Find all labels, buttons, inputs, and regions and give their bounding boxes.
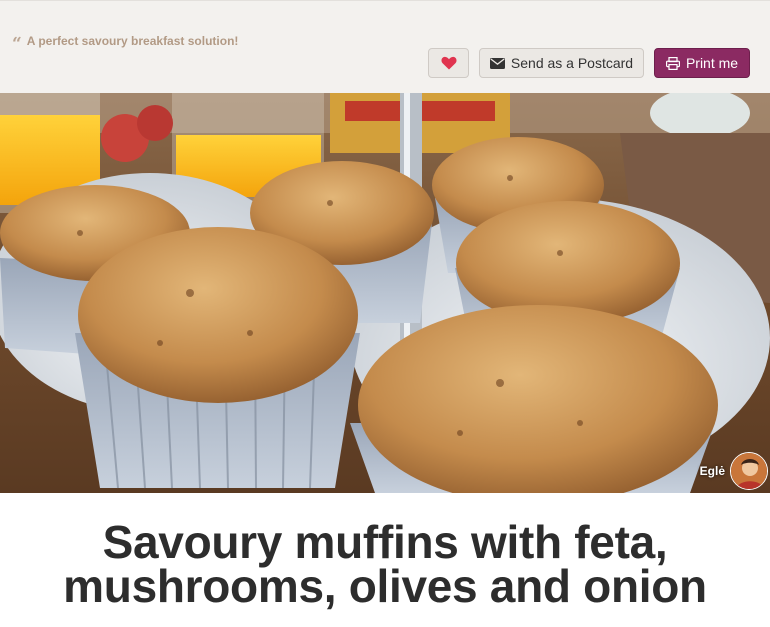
author-name: Eglė: [699, 464, 725, 478]
heart-icon: [440, 56, 457, 70]
envelope-icon: [489, 57, 505, 69]
avatar: [730, 452, 768, 490]
recipe-quote: “ A perfect savoury breakfast solution!: [12, 34, 239, 54]
printer-icon: [665, 56, 680, 70]
quote-left-icon: “: [12, 34, 22, 54]
photo-author[interactable]: Eglė: [700, 452, 768, 490]
recipe-photo: Eglė: [0, 93, 770, 493]
send-postcard-button[interactable]: Send as a Postcard: [479, 48, 644, 78]
send-postcard-label: Send as a Postcard: [510, 55, 634, 71]
quote-text: A perfect savoury breakfast solution!: [26, 34, 239, 48]
print-button[interactable]: Print me: [654, 48, 750, 78]
recipe-title-line-1: Savoury muffins with feta,: [102, 516, 668, 568]
favorite-button[interactable]: [428, 48, 469, 78]
muffins-illustration: [0, 93, 770, 493]
recipe-title-line-2: mushrooms, olives and onion: [63, 560, 707, 612]
top-bar: “ A perfect savoury breakfast solution! …: [0, 0, 770, 93]
print-label: Print me: [685, 55, 739, 71]
recipe-title: Savoury muffins with feta, mushrooms, ol…: [0, 516, 770, 612]
